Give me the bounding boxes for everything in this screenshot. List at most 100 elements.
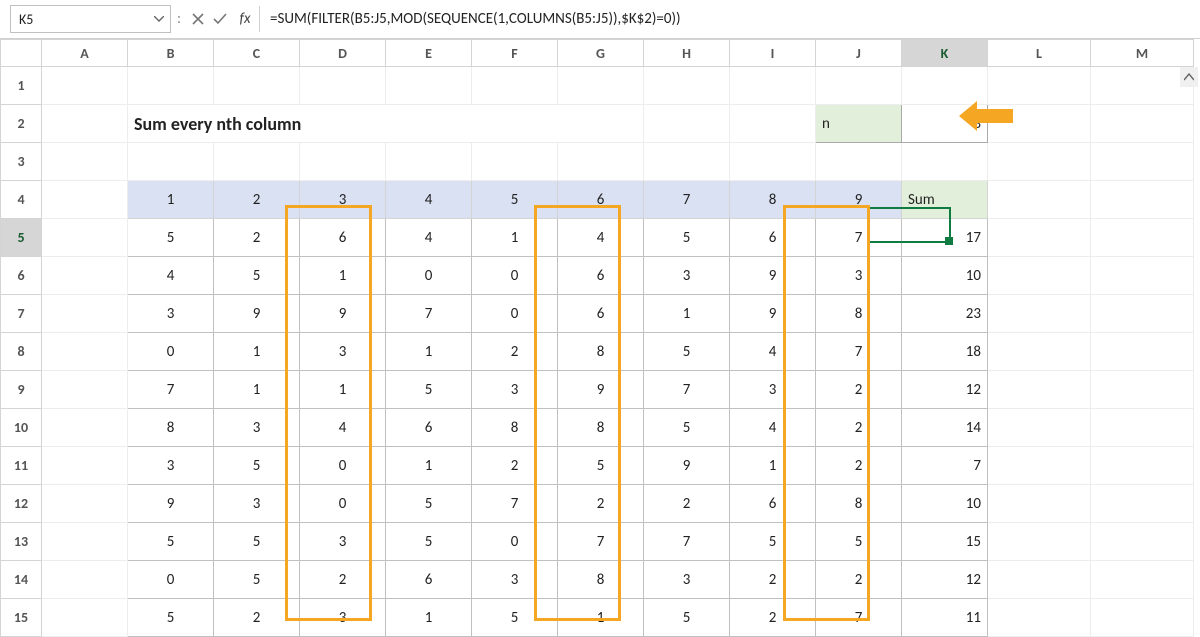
empty-cell[interactable] xyxy=(988,409,1091,447)
col-header-e[interactable]: E xyxy=(386,40,472,67)
empty-cell[interactable] xyxy=(988,561,1091,599)
data-cell[interactable]: 2 xyxy=(816,561,902,599)
empty-cell[interactable] xyxy=(1091,561,1194,599)
empty-cell[interactable] xyxy=(42,561,128,599)
data-cell[interactable]: 3 xyxy=(644,561,730,599)
empty-cell[interactable] xyxy=(300,143,386,181)
spreadsheet-grid[interactable]: ABCDEFGHIJKLM12Sum every nth columnn3341… xyxy=(0,39,1200,637)
sum-cell[interactable]: 12 xyxy=(902,561,988,599)
data-cell[interactable]: 8 xyxy=(472,409,558,447)
data-cell[interactable]: 1 xyxy=(214,333,300,371)
data-cell[interactable]: 1 xyxy=(730,447,816,485)
empty-cell[interactable] xyxy=(1091,409,1194,447)
data-cell[interactable]: 6 xyxy=(730,485,816,523)
data-cell[interactable]: 2 xyxy=(816,447,902,485)
empty-cell[interactable] xyxy=(42,181,128,219)
col-header-a[interactable]: A xyxy=(42,40,128,67)
row-header-13[interactable]: 13 xyxy=(1,523,42,561)
empty-cell[interactable] xyxy=(816,143,902,181)
data-cell[interactable]: 4 xyxy=(730,409,816,447)
data-cell[interactable]: 5 xyxy=(386,371,472,409)
data-cell[interactable]: 2 xyxy=(730,561,816,599)
empty-cell[interactable] xyxy=(42,143,128,181)
sum-cell[interactable]: 18 xyxy=(902,333,988,371)
data-cell[interactable]: 1 xyxy=(214,371,300,409)
empty-cell[interactable] xyxy=(988,371,1091,409)
empty-cell[interactable] xyxy=(472,67,558,105)
sum-cell[interactable]: 7 xyxy=(902,447,988,485)
data-cell[interactable]: 5 xyxy=(644,409,730,447)
data-cell[interactable]: 4 xyxy=(128,257,214,295)
empty-cell[interactable] xyxy=(730,143,816,181)
data-cell[interactable]: 0 xyxy=(128,333,214,371)
data-cell[interactable]: 4 xyxy=(300,409,386,447)
col-header-h[interactable]: H xyxy=(644,40,730,67)
data-cell[interactable]: 5 xyxy=(128,219,214,257)
data-cell[interactable]: 7 xyxy=(816,219,902,257)
data-cell[interactable]: 5 xyxy=(644,333,730,371)
data-cell[interactable]: 1 xyxy=(300,371,386,409)
data-cell[interactable]: 3 xyxy=(472,561,558,599)
row-header-7[interactable]: 7 xyxy=(1,295,42,333)
data-cell[interactable]: 0 xyxy=(128,561,214,599)
empty-cell[interactable] xyxy=(1091,295,1194,333)
empty-cell[interactable] xyxy=(988,181,1091,219)
data-cell[interactable]: 2 xyxy=(558,485,644,523)
data-cell[interactable]: 8 xyxy=(558,333,644,371)
empty-cell[interactable] xyxy=(42,523,128,561)
data-cell[interactable]: 3 xyxy=(214,485,300,523)
sum-cell[interactable]: 14 xyxy=(902,409,988,447)
data-cell[interactable]: 6 xyxy=(300,219,386,257)
col-header-l[interactable]: L xyxy=(988,40,1091,67)
row-header-14[interactable]: 14 xyxy=(1,561,42,599)
empty-cell[interactable] xyxy=(1091,67,1194,105)
data-cell[interactable]: 2 xyxy=(300,561,386,599)
data-cell[interactable]: 0 xyxy=(386,257,472,295)
data-cell[interactable]: 1 xyxy=(300,257,386,295)
data-cell[interactable]: 9 xyxy=(730,257,816,295)
data-cell[interactable]: 5 xyxy=(386,523,472,561)
data-cell[interactable]: 3 xyxy=(730,371,816,409)
empty-cell[interactable] xyxy=(42,599,128,637)
empty-cell[interactable] xyxy=(1091,371,1194,409)
empty-cell[interactable] xyxy=(816,67,902,105)
data-cell[interactable]: 5 xyxy=(128,599,214,637)
data-cell[interactable]: 4 xyxy=(386,219,472,257)
data-cell[interactable]: 5 xyxy=(214,447,300,485)
data-cell[interactable]: 5 xyxy=(644,599,730,637)
data-cell[interactable]: 8 xyxy=(128,409,214,447)
data-cell[interactable]: 3 xyxy=(816,257,902,295)
data-cell[interactable]: 4 xyxy=(730,333,816,371)
empty-cell[interactable] xyxy=(644,143,730,181)
empty-cell[interactable] xyxy=(988,447,1091,485)
empty-cell[interactable] xyxy=(988,523,1091,561)
data-cell[interactable]: 2 xyxy=(214,219,300,257)
data-cell[interactable]: 9 xyxy=(730,295,816,333)
data-cell[interactable]: 5 xyxy=(472,599,558,637)
empty-cell[interactable] xyxy=(644,105,730,143)
empty-cell[interactable] xyxy=(42,333,128,371)
empty-cell[interactable] xyxy=(1091,599,1194,637)
empty-cell[interactable] xyxy=(558,67,644,105)
empty-cell[interactable] xyxy=(1091,219,1194,257)
row-header-10[interactable]: 10 xyxy=(1,409,42,447)
sum-cell[interactable]: 10 xyxy=(902,485,988,523)
row-header-6[interactable]: 6 xyxy=(1,257,42,295)
col-header-m[interactable]: M xyxy=(1091,40,1194,67)
data-cell[interactable]: 9 xyxy=(128,485,214,523)
empty-cell[interactable] xyxy=(988,333,1091,371)
data-cell[interactable]: 6 xyxy=(386,409,472,447)
col-header-c[interactable]: C xyxy=(214,40,300,67)
data-cell[interactable]: 0 xyxy=(472,523,558,561)
scroll-up-button[interactable] xyxy=(1180,67,1198,87)
confirm-icon[interactable] xyxy=(209,13,231,25)
empty-cell[interactable] xyxy=(42,485,128,523)
data-cell[interactable]: 3 xyxy=(300,599,386,637)
col-header-k[interactable]: K xyxy=(902,40,988,67)
row-header-8[interactable]: 8 xyxy=(1,333,42,371)
empty-cell[interactable] xyxy=(988,485,1091,523)
empty-cell[interactable] xyxy=(42,371,128,409)
data-cell[interactable]: 1 xyxy=(386,447,472,485)
data-cell[interactable]: 2 xyxy=(730,599,816,637)
data-cell[interactable]: 5 xyxy=(644,219,730,257)
